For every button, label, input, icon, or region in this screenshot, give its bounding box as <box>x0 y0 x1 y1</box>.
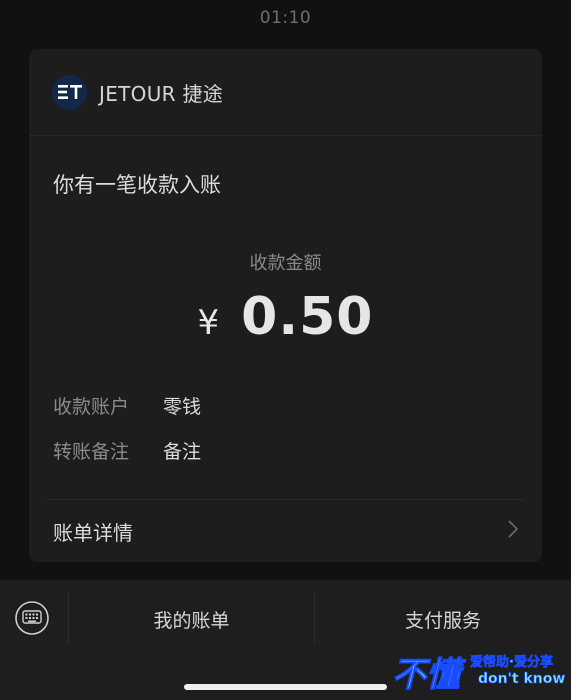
jetour-logo-icon <box>52 74 87 110</box>
menu-item-payment-services[interactable]: 支付服务 <box>315 606 571 633</box>
watermark-line2: don't know <box>478 671 566 688</box>
info-row-label: 收款账户 <box>53 396 130 418</box>
notice-title: 你有一笔收款入账 <box>53 173 221 197</box>
page: 01:10 JETOUR 捷途 你有一笔收款入账 收款金额 ¥ 0.50 收款账… <box>0 0 571 700</box>
home-indicator[interactable] <box>184 684 387 690</box>
status-bar-time: 01:10 <box>259 8 312 28</box>
bill-detail-label: 账单详情 <box>53 520 133 545</box>
watermark-big-text: 不懂 <box>392 655 461 696</box>
amount-value: 0.50 <box>241 287 374 347</box>
amount-label: 收款金额 <box>249 253 322 274</box>
brand-name: JETOUR 捷途 <box>99 81 224 106</box>
watermark: 不懂 爱帮助·爱分享 don't know <box>392 647 567 696</box>
bill-detail-link[interactable]: 账单详情 <box>29 500 542 562</box>
info-row-account: 收款账户 零钱 <box>53 392 201 419</box>
keyboard-icon[interactable] <box>14 600 50 636</box>
info-row-value: 零钱 <box>163 396 202 418</box>
watermark-line1: 爱帮助·爱分享 <box>470 655 554 671</box>
card-header[interactable]: JETOUR 捷途 <box>29 49 542 136</box>
info-row-remark: 转账备注 备注 <box>53 437 201 464</box>
currency-symbol: ¥ <box>197 303 220 343</box>
info-row-label: 转账备注 <box>53 441 130 463</box>
payment-notification-card: JETOUR 捷途 你有一笔收款入账 收款金额 ¥ 0.50 收款账户 零钱 转… <box>29 49 542 562</box>
info-row-value: 备注 <box>163 441 202 463</box>
menu-item-my-bills[interactable]: 我的账单 <box>69 606 314 633</box>
chevron-right-icon <box>508 520 519 542</box>
amount-display: ¥ 0.50 <box>29 287 542 347</box>
